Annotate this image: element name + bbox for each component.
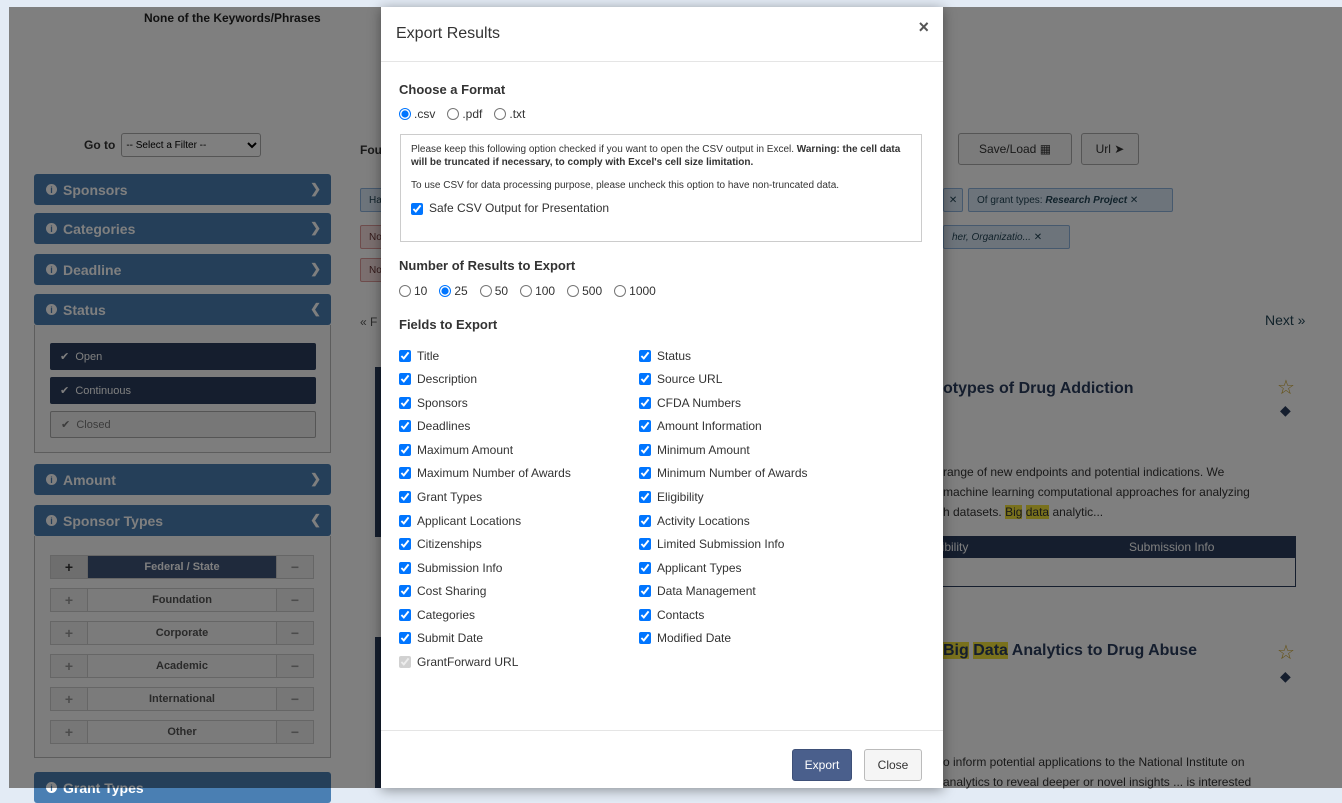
field-option[interactable]: Activity Locations [639,514,750,528]
field-option[interactable]: Maximum Number of Awards [399,466,571,480]
field-option[interactable]: Maximum Amount [399,443,513,457]
format-txt-radio[interactable] [494,108,507,120]
format-txt-option[interactable]: .txt [494,107,525,121]
field-option[interactable]: Title [399,349,439,363]
csv-info-box: Please keep this following option checke… [400,134,922,242]
field-option[interactable]: Minimum Number of Awards [639,466,808,480]
format-pdf-option[interactable]: .pdf [447,107,482,121]
field-option[interactable]: Sponsors [399,396,468,410]
field-option[interactable]: Eligibility [639,490,704,504]
field-option[interactable]: CFDA Numbers [639,396,741,410]
field-option[interactable]: Deadlines [399,419,470,433]
safe-csv-option[interactable]: Safe CSV Output for Presentation [411,202,911,215]
field-option[interactable]: Grant Types [399,490,482,504]
modal-title: Export Results [396,25,501,42]
field-option[interactable]: Submission Info [399,561,502,575]
results-count-options: 10 25 50 100 500 1000 [399,284,664,298]
field-option[interactable]: Minimum Amount [639,443,750,457]
close-button[interactable]: Close [864,749,922,781]
export-button[interactable]: Export [792,749,852,781]
safe-csv-checkbox[interactable] [411,202,423,215]
field-option[interactable]: Citizenships [399,537,482,551]
results-count-title: Number of Results to Export [399,258,576,273]
count-25-option[interactable]: 25 [439,284,468,298]
field-option[interactable]: Description [399,372,477,386]
modal-body: Choose a Format .csv .pdf .txt Please ke… [381,62,943,730]
count-50-option[interactable]: 50 [479,284,508,298]
field-option[interactable]: Cost Sharing [399,584,486,598]
field-option[interactable]: Applicant Types [639,561,742,575]
field-option[interactable]: Applicant Locations [399,514,521,528]
modal-header: Export Results × [381,7,943,62]
format-options: .csv .pdf .txt [399,107,533,121]
field-option[interactable]: Amount Information [639,419,762,433]
modal-footer: Export Close [381,730,943,789]
export-results-modal: Export Results × Choose a Format .csv .p… [381,7,943,788]
fields-section-title: Fields to Export [399,317,498,332]
field-option[interactable]: Limited Submission Info [639,537,784,551]
field-option[interactable]: Status [639,349,691,363]
count-100-option[interactable]: 100 [520,284,555,298]
field-option[interactable]: Data Management [639,584,756,598]
format-csv-radio[interactable] [399,108,411,120]
csv-info-text-2: To use CSV for data processing purpose, … [411,180,840,191]
field-option[interactable]: Source URL [639,372,722,386]
count-10-option[interactable]: 10 [399,284,427,298]
csv-info-text: Please keep this following option checke… [411,144,901,168]
format-section-title: Choose a Format [399,82,506,97]
field-option[interactable]: Categories [399,608,475,622]
field-option[interactable]: Contacts [639,608,704,622]
field-option[interactable]: Modified Date [639,631,731,645]
close-icon[interactable]: × [918,17,929,38]
format-pdf-radio[interactable] [447,108,460,120]
count-1000-option[interactable]: 1000 [614,284,656,298]
count-500-option[interactable]: 500 [567,284,602,298]
field-option-grantforward-url: GrantForward URL [399,655,518,669]
format-csv-option[interactable]: .csv [399,107,435,121]
field-option[interactable]: Submit Date [399,631,483,645]
